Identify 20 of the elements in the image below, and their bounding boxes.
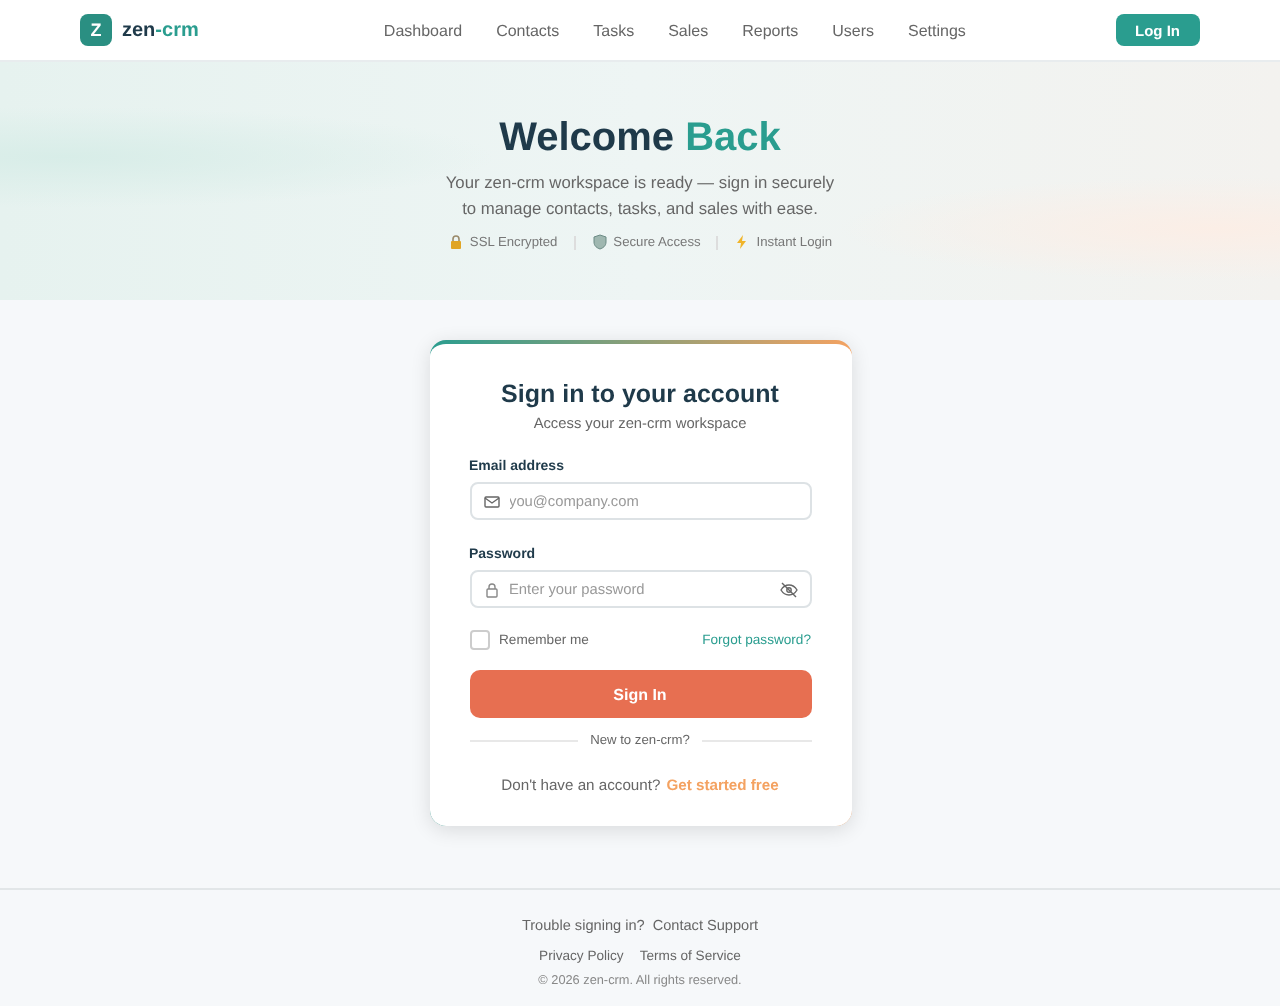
welcome-heading: Welcome Back: [499, 116, 781, 162]
nav-link[interactable]: Settings: [908, 21, 966, 39]
hero-subtitle: Your zen-crm workspace is ready — sign in securely to manage contacts, tasks, and sales with ease.: [443, 170, 837, 222]
remember-checkbox[interactable]: [469, 630, 489, 650]
sign-in-button[interactable]: Sign In: [469, 670, 811, 718]
shield-icon: [591, 234, 608, 250]
nav-link[interactable]: Contacts: [496, 21, 560, 39]
mail-icon: [483, 494, 499, 508]
brand-name[interactable]: zen-crm: [122, 19, 199, 41]
nav-link[interactable]: Reports: [742, 21, 799, 39]
logo-mark[interactable]: Z: [80, 14, 112, 46]
nav-link[interactable]: Dashboard: [383, 21, 463, 39]
lock-icon: [447, 234, 464, 250]
lightning-icon: [734, 234, 751, 250]
nav-link[interactable]: Tasks: [593, 21, 635, 39]
nav-link[interactable]: Users: [832, 21, 875, 39]
eye-slash-icon[interactable]: [779, 581, 797, 597]
lock-icon: [483, 581, 499, 597]
card-title: Sign in to your account: [499, 380, 781, 408]
nav-link[interactable]: Sales: [668, 21, 709, 39]
